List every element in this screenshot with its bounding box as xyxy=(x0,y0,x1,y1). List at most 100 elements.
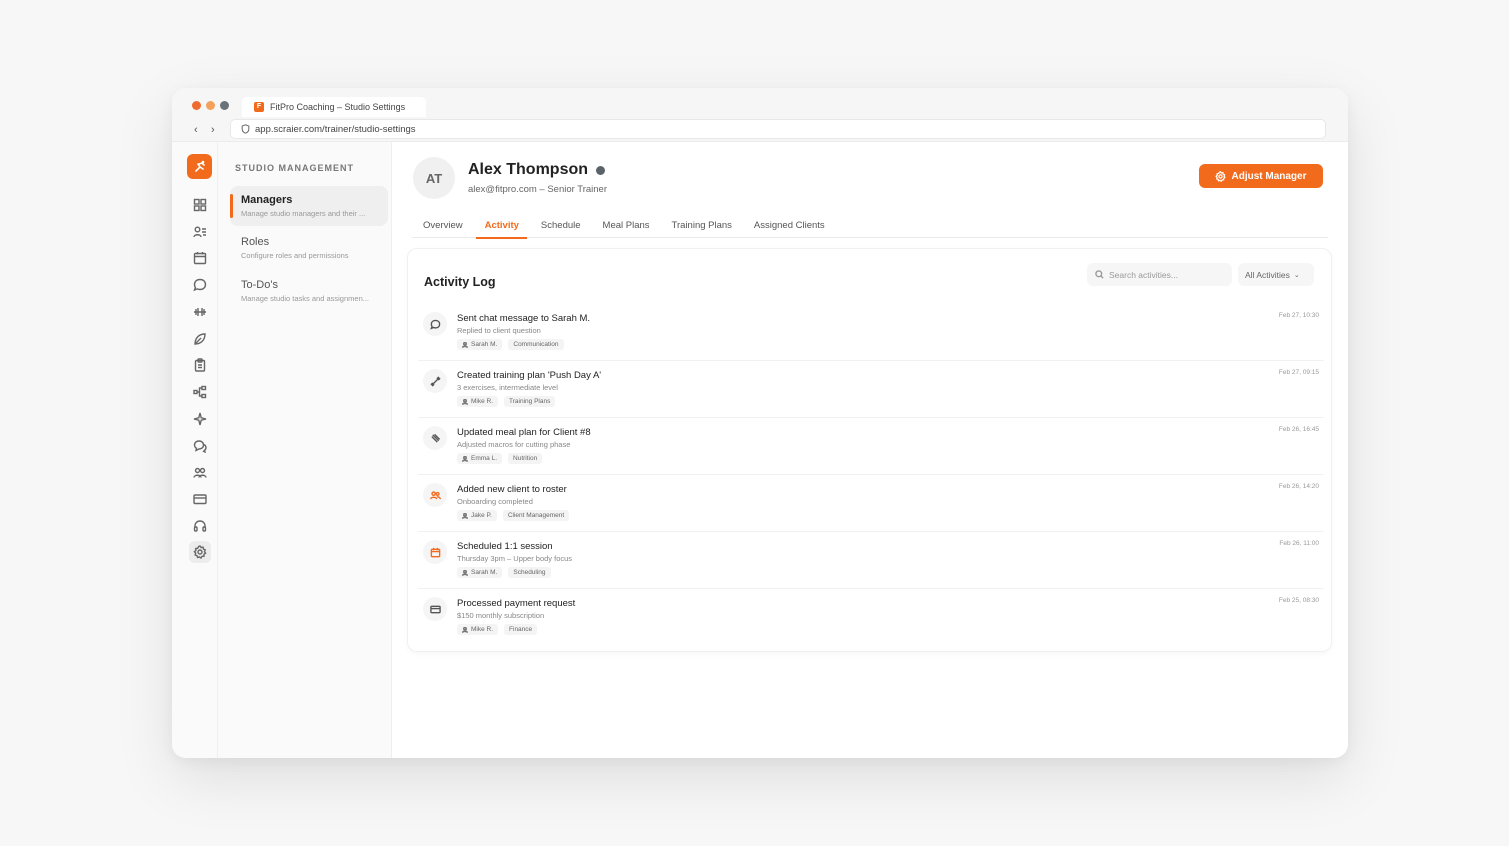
activity-tags: Emma L. Nutrition xyxy=(457,453,548,464)
rail-nutrition[interactable] xyxy=(189,328,211,350)
submenu-item-roles[interactable]: Roles Configure roles and permissions xyxy=(230,228,388,268)
rail-tasks[interactable] xyxy=(189,354,211,376)
activity-log-card: Activity Log Search activities... All Ac… xyxy=(407,248,1332,652)
activity-search-input[interactable]: Search activities... xyxy=(1087,263,1232,286)
submenu-heading: STUDIO MANAGEMENT xyxy=(235,163,354,173)
activity-title: Updated meal plan for Client #8 xyxy=(457,427,591,438)
person-tag: Mike R. xyxy=(457,624,499,635)
activity-desc: Replied to client question xyxy=(457,326,541,335)
activity-row[interactable]: Updated meal plan for Client #8 Adjusted… xyxy=(418,418,1324,475)
submenu-item-desc: Manage studio tasks and assignmen... xyxy=(241,294,369,303)
activity-desc: Adjusted macros for cutting phase xyxy=(457,440,571,449)
category-tag: Nutrition xyxy=(508,453,543,464)
rail-calendar[interactable] xyxy=(189,247,211,269)
rail-ai[interactable] xyxy=(189,408,211,430)
person-icon xyxy=(462,569,468,576)
activity-desc: 3 exercises, intermediate level xyxy=(457,383,558,392)
tab-meal-plans[interactable]: Meal Plans xyxy=(592,212,660,238)
person-name: Jake P. xyxy=(471,512,492,519)
avatar: AT xyxy=(413,157,455,199)
activity-title: Created training plan 'Push Day A' xyxy=(457,370,602,381)
app-logo[interactable] xyxy=(187,154,212,179)
search-placeholder: Search activities... xyxy=(1109,269,1178,280)
person-icon xyxy=(462,455,468,462)
tab-title: FitPro Coaching – Studio Settings xyxy=(270,102,406,112)
rail-dashboard[interactable] xyxy=(189,194,211,216)
main-content: AT Alex Thompson alex@fitpro.com – Senio… xyxy=(392,142,1348,758)
category-tag: Communication xyxy=(508,339,564,350)
forward-button[interactable]: › xyxy=(211,125,215,136)
tab-overview[interactable]: Overview xyxy=(412,212,473,238)
submenu-item-desc: Configure roles and permissions xyxy=(241,251,349,260)
person-tag: Emma L. xyxy=(457,453,503,464)
clients-icon xyxy=(193,226,206,238)
nutrition-icon xyxy=(194,333,206,345)
dashboard-icon xyxy=(193,198,207,212)
activity-tags: Sarah M. Communication xyxy=(457,339,570,350)
submenu-item-title: Managers xyxy=(241,194,293,206)
rail-chat[interactable] xyxy=(189,274,211,296)
rail-clients[interactable] xyxy=(189,221,211,243)
filter-label: All Activities xyxy=(1245,269,1290,280)
person-icon xyxy=(462,341,468,348)
users-icon xyxy=(423,483,447,507)
activity-time: Feb 25, 08:30 xyxy=(1278,597,1319,604)
rail-messages[interactable] xyxy=(189,435,211,457)
person-tag: Jake P. xyxy=(457,510,497,521)
support-icon xyxy=(193,520,207,532)
rail-workflows[interactable] xyxy=(189,381,211,403)
activity-tags: Mike R. Training Plans xyxy=(457,396,561,407)
rail-workouts[interactable] xyxy=(189,301,211,323)
activity-filter-dropdown[interactable]: All Activities ⌄ xyxy=(1238,263,1314,286)
person-name: Mike R. xyxy=(471,626,494,633)
rail-billing[interactable] xyxy=(189,488,211,510)
person-name: Sarah M. xyxy=(471,341,498,348)
submenu-item-managers[interactable]: Managers Manage studio managers and thei… xyxy=(230,186,388,226)
maximize-window-button[interactable] xyxy=(220,101,229,110)
billing-icon xyxy=(193,494,207,505)
activity-title: Added new client to roster xyxy=(457,484,567,495)
rail-settings[interactable] xyxy=(189,541,211,563)
profile-tabs: Overview Activity Schedule Meal Plans Tr… xyxy=(412,212,1328,239)
close-window-button[interactable] xyxy=(192,101,201,110)
minimize-window-button[interactable] xyxy=(206,101,215,110)
calendar-icon xyxy=(423,540,447,564)
adjust-manager-button[interactable]: Adjust Manager xyxy=(1199,164,1323,188)
settings-submenu: STUDIO MANAGEMENT Managers Manage studio… xyxy=(218,142,392,758)
activity-row[interactable]: Created training plan 'Push Day A' 3 exe… xyxy=(418,361,1324,418)
rail-team[interactable] xyxy=(189,462,211,484)
person-tag: Mike R. xyxy=(457,396,499,407)
url-text: app.scraier.com/trainer/studio-settings xyxy=(255,123,416,135)
browser-tab[interactable]: F FitPro Coaching – Studio Settings xyxy=(242,97,426,117)
activity-desc: $150 monthly subscription xyxy=(457,611,545,620)
browser-chrome: F FitPro Coaching – Studio Settings ‹ › … xyxy=(172,88,1348,142)
activity-row[interactable]: Added new client to roster Onboarding co… xyxy=(418,475,1324,532)
submenu-item-todos[interactable]: To-Do's Manage studio tasks and assignme… xyxy=(230,271,388,311)
workflow-icon xyxy=(193,385,207,399)
gear-icon xyxy=(1215,170,1227,182)
activity-title: Processed payment request xyxy=(457,598,576,609)
tab-activity[interactable]: Activity xyxy=(474,212,529,239)
online-status-indicator xyxy=(596,165,606,175)
person-name: Emma L. xyxy=(471,455,498,462)
activity-row[interactable]: Processed payment request $150 monthly s… xyxy=(418,589,1324,646)
tab-assigned-clients[interactable]: Assigned Clients xyxy=(743,212,835,238)
rail-support[interactable] xyxy=(189,515,211,537)
activity-time: Feb 27, 10:30 xyxy=(1278,312,1319,319)
activity-row[interactable]: Sent chat message to Sarah M. Replied to… xyxy=(418,304,1324,361)
shield-icon xyxy=(241,124,250,134)
person-icon xyxy=(462,512,468,519)
category-tag: Client Management xyxy=(502,510,570,521)
profile-name: Alex Thompson xyxy=(468,161,589,178)
activity-tags: Sarah M. Scheduling xyxy=(457,567,557,578)
person-tag: Sarah M. xyxy=(457,339,503,350)
activity-row[interactable]: Scheduled 1:1 session Thursday 3pm – Upp… xyxy=(418,532,1324,589)
adjust-manager-label: Adjust Manager xyxy=(1231,170,1307,182)
activity-time: Feb 26, 11:00 xyxy=(1279,540,1319,547)
messages-icon xyxy=(193,440,207,453)
address-bar[interactable]: app.scraier.com/trainer/studio-settings xyxy=(230,119,1326,139)
back-button[interactable]: ‹ xyxy=(194,125,198,136)
tab-training-plans[interactable]: Training Plans xyxy=(661,212,742,238)
tab-schedule[interactable]: Schedule xyxy=(530,212,591,238)
search-icon xyxy=(1095,270,1104,279)
